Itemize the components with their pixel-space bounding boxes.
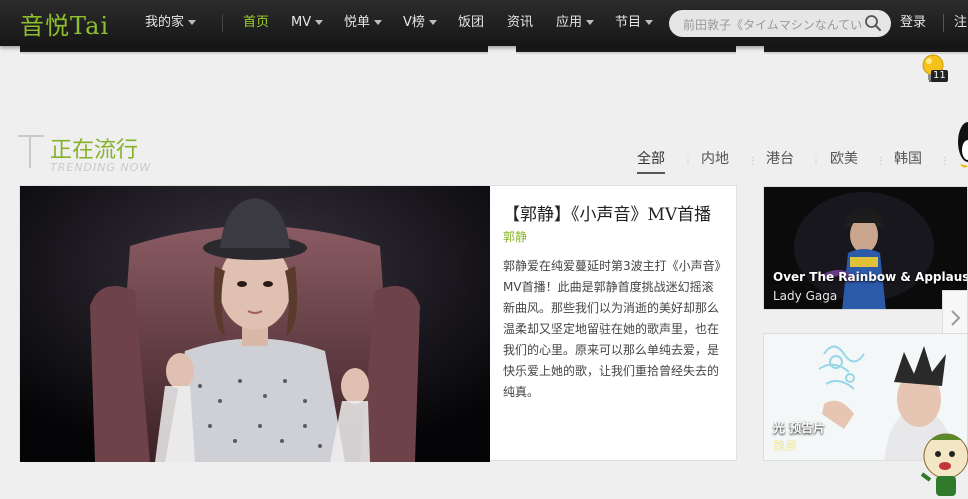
- nav-item-label: 首页: [243, 15, 270, 30]
- nav-item-label: 资讯: [507, 15, 534, 30]
- nav-item-label: 应用: [556, 15, 583, 30]
- qq-penguin-icon[interactable]: [952, 112, 968, 172]
- section-t-icon: [18, 135, 44, 168]
- nav-item-label: 节目: [615, 15, 642, 30]
- tab-hk-tw[interactable]: 港台: [766, 148, 794, 168]
- mascot-icon[interactable]: [916, 430, 968, 499]
- tab-divider: ⋮: [748, 156, 758, 167]
- nav-item-label: V榜: [403, 15, 425, 30]
- featured-mv-title[interactable]: 【郭静】《小声音》MV首播: [503, 200, 711, 225]
- nav-item-vchart[interactable]: V榜: [403, 0, 437, 46]
- site-logo[interactable]: 音悦Tai: [20, 6, 109, 40]
- singer-portrait-image: [20, 186, 490, 462]
- side-mv-artist[interactable]: Lady Gaga: [773, 289, 837, 303]
- tab-divider: ⋮: [876, 156, 886, 167]
- section-title: 正在流行: [50, 138, 139, 163]
- search-box: [669, 10, 891, 37]
- featured-mv-thumbnail[interactable]: [20, 186, 490, 462]
- tab-divider: ⋮: [811, 156, 821, 167]
- nav-item-shows[interactable]: 节目: [615, 0, 654, 46]
- tab-all[interactable]: 全部: [637, 148, 665, 174]
- featured-mv-description: 郭静爱在纯爱蔓延时第3波主打《小声音》MV首播！此曲是郭静首度挑战迷幻摇滚新曲风…: [503, 259, 721, 399]
- chevron-down-icon: [315, 20, 324, 25]
- nav-item-mv[interactable]: MV: [291, 0, 324, 46]
- chevron-down-icon: [188, 20, 197, 25]
- section-subtitle: TRENDING NOW: [50, 161, 152, 174]
- tab-mainland[interactable]: 内地: [701, 148, 729, 168]
- nav-item-apps[interactable]: 应用: [556, 0, 595, 46]
- side-mv-title[interactable]: 光 预告片: [773, 419, 825, 436]
- nav-item-fan-clubs[interactable]: 饭团: [458, 0, 484, 46]
- nav-item-home[interactable]: 首页: [243, 0, 269, 46]
- nav-item-my-home[interactable]: 我的家: [145, 0, 197, 46]
- nav-divider: [943, 14, 944, 32]
- tab-divider: ⋮: [940, 156, 950, 167]
- side-mv-title[interactable]: Over The Rainbow & Applause...: [773, 270, 967, 284]
- nav-item-label: 我的家: [145, 15, 185, 30]
- nav-item-label: 悦单: [344, 15, 371, 30]
- register-link[interactable]: 注: [954, 0, 967, 46]
- chevron-down-icon: [645, 20, 654, 25]
- chevron-down-icon: [428, 20, 437, 25]
- tab-divider: ⋮: [683, 156, 693, 167]
- search-input[interactable]: [681, 14, 865, 35]
- logo-text: 音悦Tai: [20, 11, 110, 40]
- featured-mv-card[interactable]: 【郭静】《小声音》MV首播 郭静 郭静爱在纯爱蔓延时第3波主打《小声音》MV首播…: [19, 185, 737, 462]
- nav-item-label: 饭团: [458, 15, 485, 30]
- tab-western[interactable]: 欧美: [830, 148, 858, 168]
- nav-item-news[interactable]: 资讯: [507, 0, 533, 46]
- featured-mv-artist[interactable]: 郭静: [503, 228, 527, 245]
- side-mv-card[interactable]: Over The Rainbow & Applause... Lady Gaga: [763, 186, 968, 310]
- chevron-down-icon: [374, 20, 383, 25]
- search-icon[interactable]: [864, 14, 882, 32]
- side-mv-artist[interactable]: 魏晨: [773, 437, 797, 454]
- login-link[interactable]: 登录: [900, 0, 926, 46]
- top-navbar: 音悦Tai 我的家 首页 MV 悦单 V榜 饭团 资讯 应用 节目 登录 注: [0, 0, 968, 46]
- nav-item-label: MV: [291, 15, 312, 30]
- tab-korean[interactable]: 韩国: [894, 148, 922, 168]
- chevron-down-icon: [586, 20, 595, 25]
- notification-count: 11: [931, 70, 948, 82]
- nav-divider: [222, 14, 223, 32]
- nav-item-playlists[interactable]: 悦单: [344, 0, 383, 46]
